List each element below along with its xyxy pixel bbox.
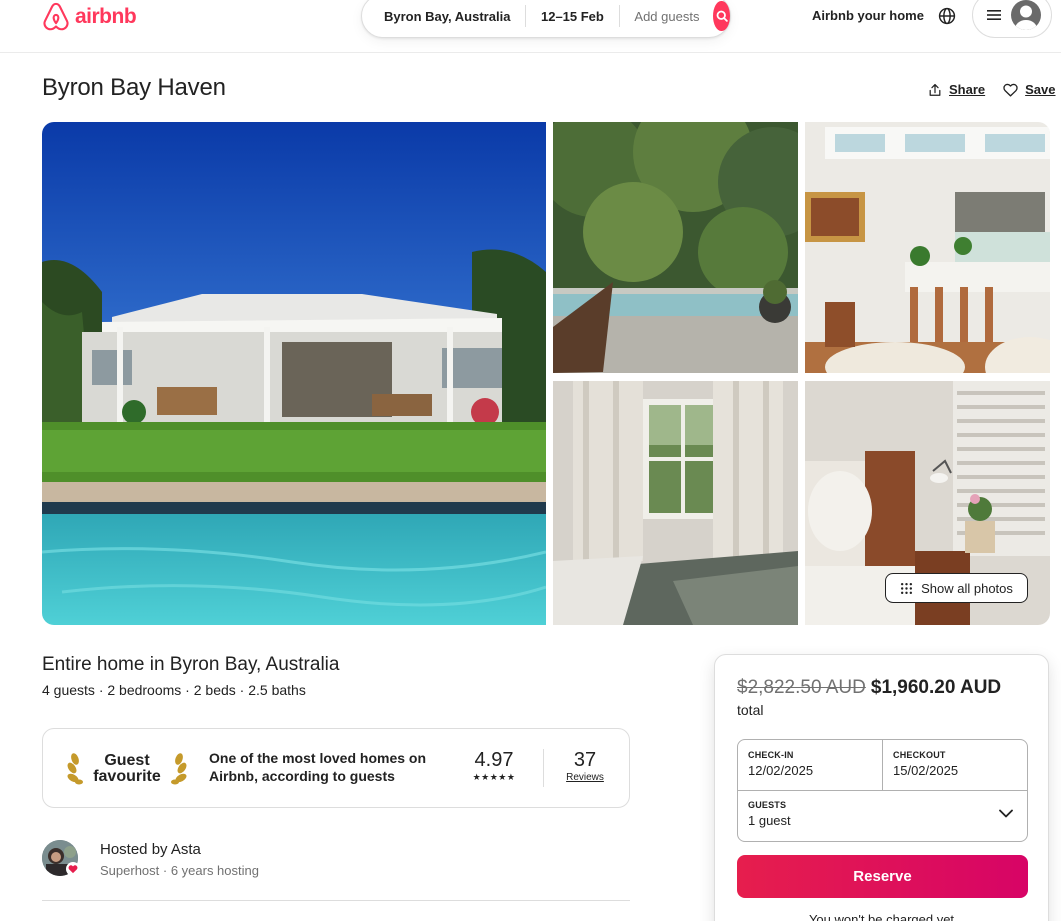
search-bar[interactable]: Byron Bay, Australia 12–15 Feb Add guest… — [361, 0, 731, 38]
rating-divider — [543, 749, 544, 787]
show-all-photos-button[interactable]: Show all photos — [885, 573, 1028, 603]
search-dates[interactable]: 12–15 Feb — [526, 9, 619, 24]
checkout-value: 15/02/2025 — [893, 763, 959, 778]
user-menu-button[interactable] — [972, 0, 1052, 38]
photo-bedroom-window[interactable] — [553, 381, 798, 625]
search-icon — [716, 10, 728, 22]
host-name: Hosted by Asta — [100, 841, 201, 858]
title-actions: Share Save — [928, 82, 1056, 97]
checkout-label: CHECKOUT — [893, 750, 946, 760]
reviews-link[interactable]: 37 Reviews — [557, 749, 613, 785]
save-label: Save — [1025, 82, 1056, 97]
search-location[interactable]: Byron Bay, Australia — [362, 9, 525, 24]
no-charge-note: You won't be charged yet — [808, 912, 955, 921]
checkin-label: CHECK-IN — [748, 750, 794, 760]
date-guest-picker: CHECK-IN 12/02/2025 CHECKOUT 15/02/2025 … — [737, 739, 1028, 842]
laurel-right-icon — [170, 753, 187, 785]
search-button[interactable] — [713, 1, 730, 31]
grid-dots-icon — [901, 582, 913, 594]
booking-card: $2,822.50 AUD $1,960.20 AUD total CHECK-… — [714, 654, 1049, 921]
guests-label: GUESTS — [748, 800, 787, 810]
search-guests[interactable]: Add guests — [619, 9, 711, 24]
guest-favourite-line2: favourite — [93, 768, 161, 785]
host-row: Hosted by Asta Superhost · 6 years hosti… — [42, 840, 630, 900]
top-header: airbnb Byron Bay, Australia 12–15 Feb Ad… — [0, 0, 1061, 53]
save-button[interactable]: Save — [1003, 82, 1056, 97]
chevron-down-icon — [999, 809, 1013, 818]
discounted-price: $1,960.20 AUD — [870, 677, 1002, 698]
checkin-field[interactable]: CHECK-IN 12/02/2025 — [738, 740, 883, 791]
price-total-label: total — [737, 702, 764, 718]
laurel-left-icon — [67, 753, 83, 785]
host-subtitle: Superhost · 6 years hosting — [100, 863, 259, 878]
superhost-heart-icon — [66, 862, 80, 876]
rating-value: 4.97 — [474, 749, 514, 771]
reviews-label: Reviews — [566, 772, 604, 783]
photo-main-exterior-pool[interactable] — [42, 122, 546, 625]
checkout-field[interactable]: CHECKOUT 15/02/2025 — [883, 740, 1027, 791]
price-row: $2,822.50 AUD $1,960.20 AUD — [737, 677, 1001, 699]
airbnb-your-home-link[interactable]: Airbnb your home — [812, 8, 924, 23]
guest-favourite-card[interactable]: Guest favourite One of the most loved ho… — [42, 728, 630, 808]
rating-stars-icon: ★★★★★ — [472, 772, 516, 782]
heart-icon — [1003, 83, 1018, 97]
airbnb-wordmark: airbnb — [75, 5, 137, 28]
globe-icon[interactable] — [938, 7, 956, 25]
guest-favourite-description: One of the most loved homes on Airbnb, a… — [209, 750, 427, 784]
guests-dropdown[interactable]: GUESTS 1 guest — [738, 791, 1027, 841]
share-label: Share — [949, 82, 986, 97]
reserve-button[interactable]: Reserve — [737, 855, 1028, 898]
share-button[interactable]: Share — [928, 82, 985, 97]
share-icon — [929, 83, 941, 96]
page-title: Byron Bay Haven — [42, 74, 226, 101]
checkin-value: 12/02/2025 — [748, 763, 814, 778]
reviews-count: 37 — [573, 749, 597, 771]
hamburger-menu-icon — [987, 10, 1001, 20]
photo-pool-garden[interactable] — [553, 122, 798, 373]
listing-specs: 4 guests · 2 bedrooms · 2 beds · 2.5 bat… — [42, 682, 306, 698]
section-divider — [42, 900, 630, 901]
photo-gallery — [42, 122, 1050, 625]
airbnb-logo[interactable]: airbnb — [42, 2, 137, 32]
rating-summary: 4.97 ★★★★★ — [466, 749, 522, 783]
original-price: $2,822.50 AUD — [737, 677, 866, 698]
airbnb-logo-icon — [43, 2, 69, 31]
guests-value: 1 guest — [748, 813, 791, 828]
guest-favourite-badge: Guest favourite — [65, 747, 189, 791]
photo-kitchen[interactable] — [805, 122, 1050, 373]
guest-favourite-title: Guest favourite — [93, 753, 161, 785]
guest-favourite-line1: Guest — [104, 752, 150, 769]
user-avatar-icon — [1011, 0, 1041, 30]
show-all-photos-label: Show all photos — [921, 580, 1013, 596]
listing-type-heading: Entire home in Byron Bay, Australia — [42, 654, 340, 675]
